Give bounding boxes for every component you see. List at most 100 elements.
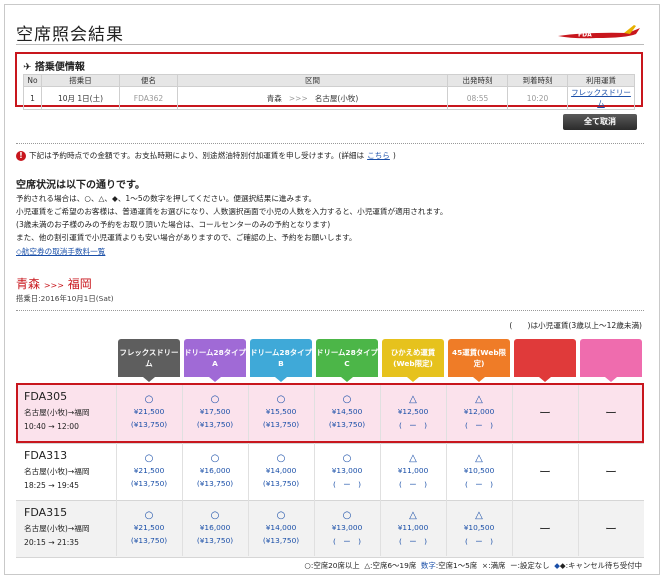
fare-cell[interactable]: △ ¥11,000 ( ー ) [382,453,444,490]
divider [16,143,644,144]
fare-cell[interactable]: ○ ¥14,000 (¥13,750) [250,510,312,545]
col-route: 区間 [177,74,448,87]
col-dep: 出発時刻 [447,74,508,87]
fare-header-7 [580,339,642,382]
status-title: 空席状況は以下の通りです。 [16,180,145,191]
col-arr: 到着時刻 [507,74,568,87]
status-line: 小児運賃をご希望のお客様は、普通運賃をお選びになり、人数選択画面で小児の人数を入… [16,207,448,216]
status-line: (3歳未満のお子様のみの予約をお取り頂いた場合は、コールセンターのみの予約となり… [16,220,331,229]
fare-price: ¥10,500 [463,466,495,475]
fare-cell[interactable]: ○ ¥13,000 ( ー ) [316,453,378,490]
fare-cell[interactable]: ○ ¥13,000 ( ー ) [316,510,378,547]
child-fare-price: ( ー ) [399,480,427,489]
fare-cell-na: ー [538,522,551,536]
fare-header-2: ドリーム28タイプB [250,339,312,382]
row-arr: 10:20 [507,86,568,110]
availability-mark[interactable]: ○ [184,510,246,521]
fare-cell-na: ー [604,522,617,536]
availability-mark[interactable]: △ [448,510,510,521]
row-dep: 08:55 [447,86,508,110]
availability-mark[interactable]: ○ [184,453,246,464]
fare-cell[interactable]: △ ¥11,000 ( ー ) [382,510,444,547]
row-border [16,443,644,444]
child-fare-price: ( ー ) [465,480,493,489]
child-fare-price: (¥13,750) [262,536,300,545]
child-fare-price: ( ー ) [399,537,427,546]
child-fare-price: (¥13,750) [196,479,234,488]
row-fare[interactable]: フレックスドリーム [567,86,635,110]
fare-price: ¥16,000 [199,523,231,532]
fare-price: ¥13,000 [331,523,363,532]
page-title: 空席照会結果 [16,25,124,45]
child-fare-price: ( ー ) [333,480,361,489]
cancel-all-button[interactable]: 全て取消 [563,114,637,130]
cancel-fee-link[interactable]: ◇航空券の取消手数料一覧 [16,246,105,257]
availability-mark[interactable]: △ [382,510,444,521]
flight-row: FDA313 名古屋(小牧)→福岡 18:25 → 19:45 ○ ¥21,500 (¥1… [16,443,644,501]
title-divider [16,44,644,45]
fare-price: ¥13,000 [331,466,363,475]
col-date: 搭乗日 [41,74,120,87]
availability-mark[interactable]: ○ [118,453,180,464]
fare-cell[interactable]: ○ ¥21,500 (¥13,750) [118,453,180,488]
fda-logo: FDA [558,25,640,39]
fare-price: ¥16,000 [199,466,231,475]
flight-time: 18:25 → 19:45 [24,481,79,490]
flight-info-box: ✈ 搭乗便情報 No 搭乗日 便名 区間 出発時刻 到着時刻 利用運賃 1 10… [15,52,643,110]
availability-mark[interactable]: △ [382,453,444,464]
fare-header-4: ひかえめ運賃(Web限定) [382,339,444,382]
divider [16,310,644,311]
flight-row: FDA315 名古屋(小牧)→福岡 20:15 → 21:35 ○ ¥21,500 (¥1… [16,500,644,558]
flight-number: FDA313 [24,449,68,462]
fare-price: ¥14,000 [265,466,297,475]
fare-cell[interactable]: △ ¥10,500 ( ー ) [448,510,510,547]
warning-icon: ! [16,150,26,161]
logo-text: FDA [578,32,592,39]
fare-price: ¥10,500 [463,523,495,532]
notice: ! 下記は予約時点での金額です。お支払時期により、別途燃油特別付加運賃を申し受け… [16,150,396,161]
row-date: 10月 1日(土) [41,86,120,110]
table-row: 1 10月 1日(土) FDA362 青森 >>> 名古屋(小牧) 08:55 … [23,86,635,110]
availability-mark[interactable]: ○ [250,510,312,521]
fare-cell[interactable]: ○ ¥21,500 (¥13,750) [118,510,180,545]
flight-route: 名古屋(小牧)→福岡 [24,524,90,533]
child-fare-price: ( ー ) [333,537,361,546]
col-fare: 利用運賃 [567,74,635,87]
fare-cell[interactable]: ○ ¥16,000 (¥13,750) [184,453,246,488]
row-border [16,500,644,501]
notice-link[interactable]: こちら [367,150,390,161]
fare-header-1: ドリーム28タイプA [184,339,246,382]
availability-mark[interactable]: ○ [250,453,312,464]
fare-cell-na: ー [538,465,551,479]
col-flight: 便名 [119,74,178,87]
availability-mark[interactable]: △ [448,453,510,464]
fare-header-0: フレックスドリーム [118,339,180,382]
fare-header-3: ドリーム28タイプC [316,339,378,382]
fare-link[interactable]: フレックスドリーム [571,88,631,108]
availability-mark[interactable]: ○ [118,510,180,521]
status-line: 予約される場合は、○、△、◆、1〜5の数字を押してください。便選択結果に進みます… [16,194,317,203]
availability-mark[interactable]: ○ [316,510,378,521]
fare-cell[interactable]: △ ¥10,500 ( ー ) [448,453,510,490]
fare-cell[interactable]: ○ ¥16,000 (¥13,750) [184,510,246,545]
plane-icon: ✈ [23,62,32,73]
row-no: 1 [23,86,42,110]
selected-flight-highlight [16,383,644,443]
row-flight: FDA362 [119,86,178,110]
fare-cell[interactable]: ○ ¥14,000 (¥13,750) [250,453,312,488]
col-no: No [23,74,42,87]
fare-price: ¥11,000 [397,523,429,532]
flight-info-heading: ✈ 搭乗便情報 [23,62,85,73]
flight-time: 20:15 → 21:35 [24,538,79,547]
legend: ○:空席20席以上 △:空席6〜19席 数字:空席1〜5席 ×:満席 ー:設定な… [304,561,642,570]
flight-number: FDA315 [24,506,68,519]
child-fare-price: ( ー ) [465,537,493,546]
child-fare-price: (¥13,750) [262,479,300,488]
flight-info-table: No 搭乗日 便名 区間 出発時刻 到着時刻 利用運賃 1 10月 1日(土) … [23,74,635,110]
availability-mark[interactable]: ○ [316,453,378,464]
child-fare-price: (¥13,750) [130,479,168,488]
fare-cell-na: ー [604,465,617,479]
boarding-date: 搭乗日:2016年10月1日(Sat) [16,294,114,303]
route-title: 青森 >>> 福岡 [16,277,92,291]
fare-price: ¥21,500 [133,466,165,475]
